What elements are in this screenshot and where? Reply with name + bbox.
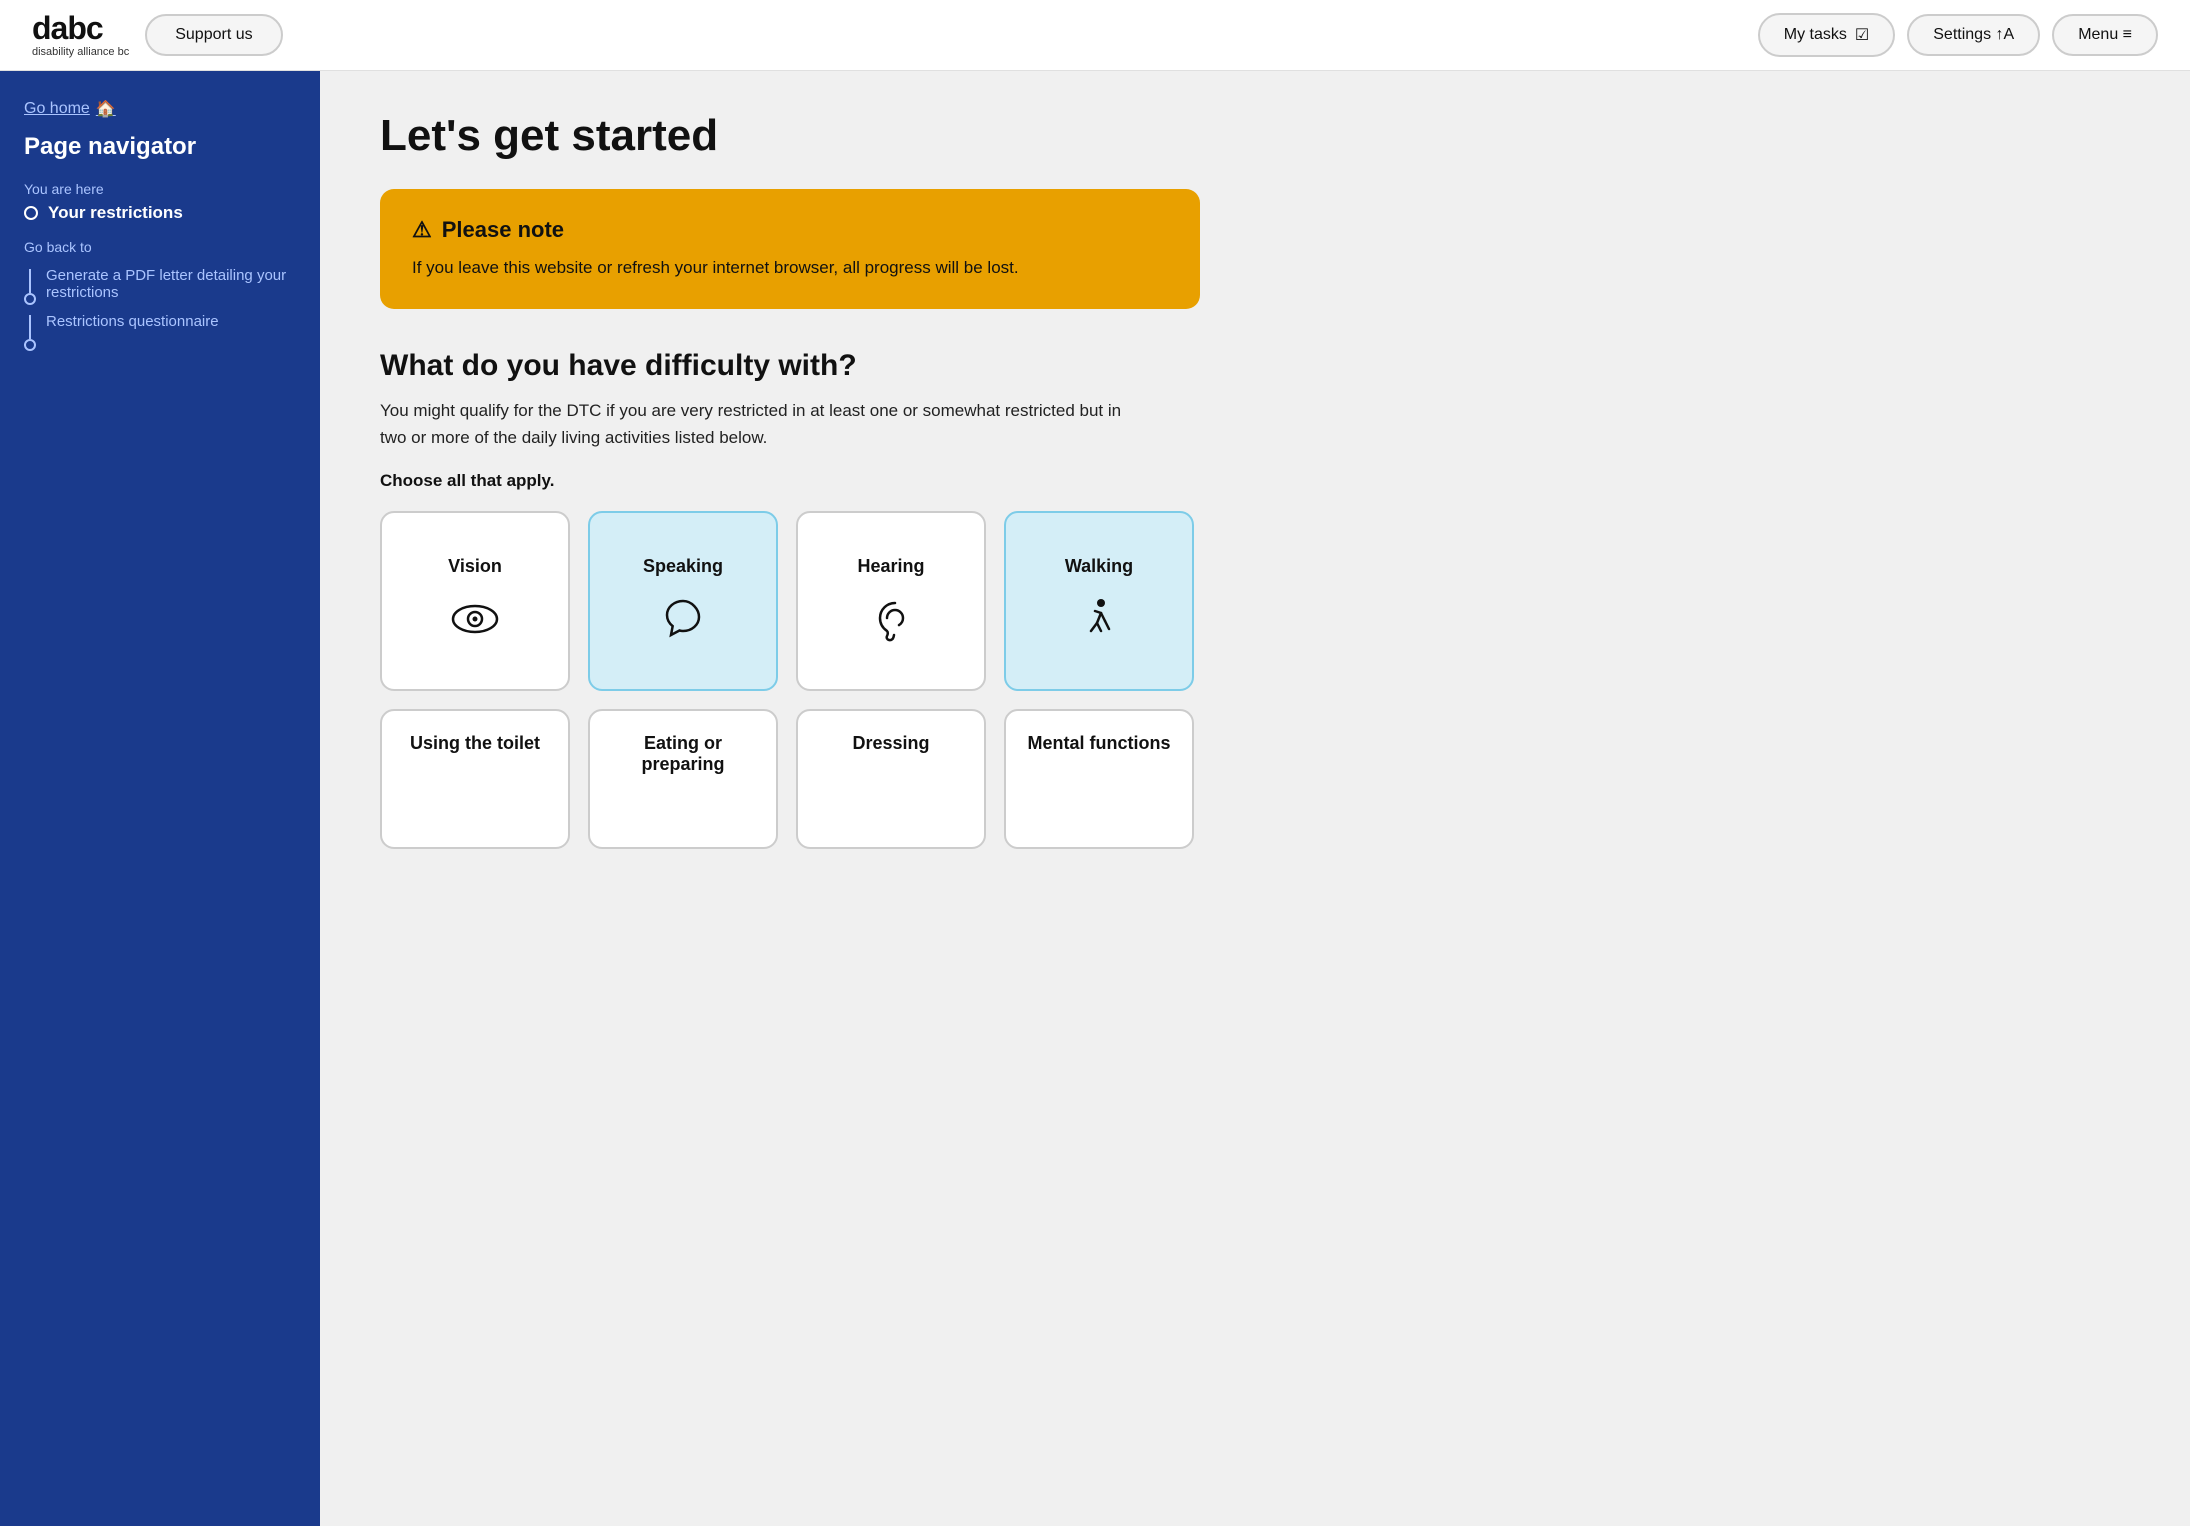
page-navigator-title: Page navigator xyxy=(24,133,296,161)
choose-label: Choose all that apply. xyxy=(380,471,2130,491)
my-tasks-button[interactable]: My tasks ☑ xyxy=(1758,13,1895,57)
activity-card-toilet[interactable]: Using the toilet xyxy=(380,709,570,849)
notice-title: ⚠ Please note xyxy=(412,217,1168,243)
logo-text: dabc xyxy=(32,12,103,44)
home-icon: 🏠 xyxy=(96,99,116,119)
support-button[interactable]: Support us xyxy=(145,14,282,56)
nav-line-1 xyxy=(29,315,31,339)
hearing-label: Hearing xyxy=(857,556,924,577)
current-nav-label: Your restrictions xyxy=(48,203,183,223)
speaking-label: Speaking xyxy=(643,556,723,577)
nav-dot-current xyxy=(24,206,38,220)
settings-button[interactable]: Settings ↑A xyxy=(1907,14,2040,56)
notice-title-text: Please note xyxy=(442,217,564,243)
activity-card-mental[interactable]: Mental functions xyxy=(1004,709,1194,849)
you-are-here-label: You are here xyxy=(24,181,296,197)
go-back-label: Go back to xyxy=(24,239,296,255)
question-title: What do you have difficulty with? xyxy=(380,349,2130,383)
nav-dot-1 xyxy=(24,339,36,351)
notice-icon: ⚠ xyxy=(412,217,432,243)
logo-sub: disability alliance bc xyxy=(32,46,129,58)
eating-label: Eating or preparing xyxy=(606,733,760,775)
layout: Go home 🏠 Page navigator You are here Yo… xyxy=(0,71,2190,1526)
header: dabc disability alliance bc Support us M… xyxy=(0,0,2190,71)
notice-box: ⚠ Please note If you leave this website … xyxy=(380,189,1200,309)
nav-back-item-0[interactable]: Generate a PDF letter detailing your res… xyxy=(24,263,296,309)
activity-cards-row1: Vision Speaking Hearing xyxy=(380,511,1200,691)
main-content: Let's get started ⚠ Please note If you l… xyxy=(320,71,2190,1526)
nav-back-items: Generate a PDF letter detailing your res… xyxy=(24,263,296,355)
nav-back-line-1 xyxy=(24,315,36,351)
nav-back-item-1[interactable]: Restrictions questionnaire xyxy=(24,309,296,355)
nav-back-line-0 xyxy=(24,269,36,305)
activity-card-speaking[interactable]: Speaking xyxy=(588,511,778,691)
walking-icon xyxy=(1073,593,1125,645)
activity-card-hearing[interactable]: Hearing xyxy=(796,511,986,691)
notice-text: If you leave this website or refresh you… xyxy=(412,255,1168,281)
header-right: My tasks ☑ Settings ↑A Menu ≡ xyxy=(1758,13,2158,57)
nav-back-label-0: Generate a PDF letter detailing your res… xyxy=(46,267,296,301)
vision-icon xyxy=(449,593,501,645)
go-home-link[interactable]: Go home 🏠 xyxy=(24,99,296,119)
question-desc: You might qualify for the DTC if you are… xyxy=(380,397,1140,451)
activity-card-dressing[interactable]: Dressing xyxy=(796,709,986,849)
nav-dot-0 xyxy=(24,293,36,305)
my-tasks-label: My tasks xyxy=(1784,26,1847,44)
activity-cards-row2: Using the toilet Eating or preparing Dre… xyxy=(380,709,1200,849)
hearing-icon xyxy=(865,593,917,645)
dressing-label: Dressing xyxy=(852,733,929,754)
my-tasks-icon: ☑ xyxy=(1855,25,1869,45)
go-home-label: Go home xyxy=(24,100,90,118)
header-left: dabc disability alliance bc Support us xyxy=(32,12,283,58)
walking-label: Walking xyxy=(1065,556,1133,577)
activity-card-walking[interactable]: Walking xyxy=(1004,511,1194,691)
logo: dabc disability alliance bc xyxy=(32,12,129,58)
nav-back-label-1: Restrictions questionnaire xyxy=(46,313,219,330)
current-nav-item: Your restrictions xyxy=(24,203,296,223)
menu-button[interactable]: Menu ≡ xyxy=(2052,14,2158,56)
toilet-label: Using the toilet xyxy=(410,733,540,754)
page-title: Let's get started xyxy=(380,111,2130,161)
speaking-icon xyxy=(657,593,709,645)
activity-card-vision[interactable]: Vision xyxy=(380,511,570,691)
mental-label: Mental functions xyxy=(1028,733,1171,754)
activity-card-eating[interactable]: Eating or preparing xyxy=(588,709,778,849)
vision-label: Vision xyxy=(448,556,502,577)
sidebar: Go home 🏠 Page navigator You are here Yo… xyxy=(0,71,320,1526)
nav-line-0 xyxy=(29,269,31,293)
